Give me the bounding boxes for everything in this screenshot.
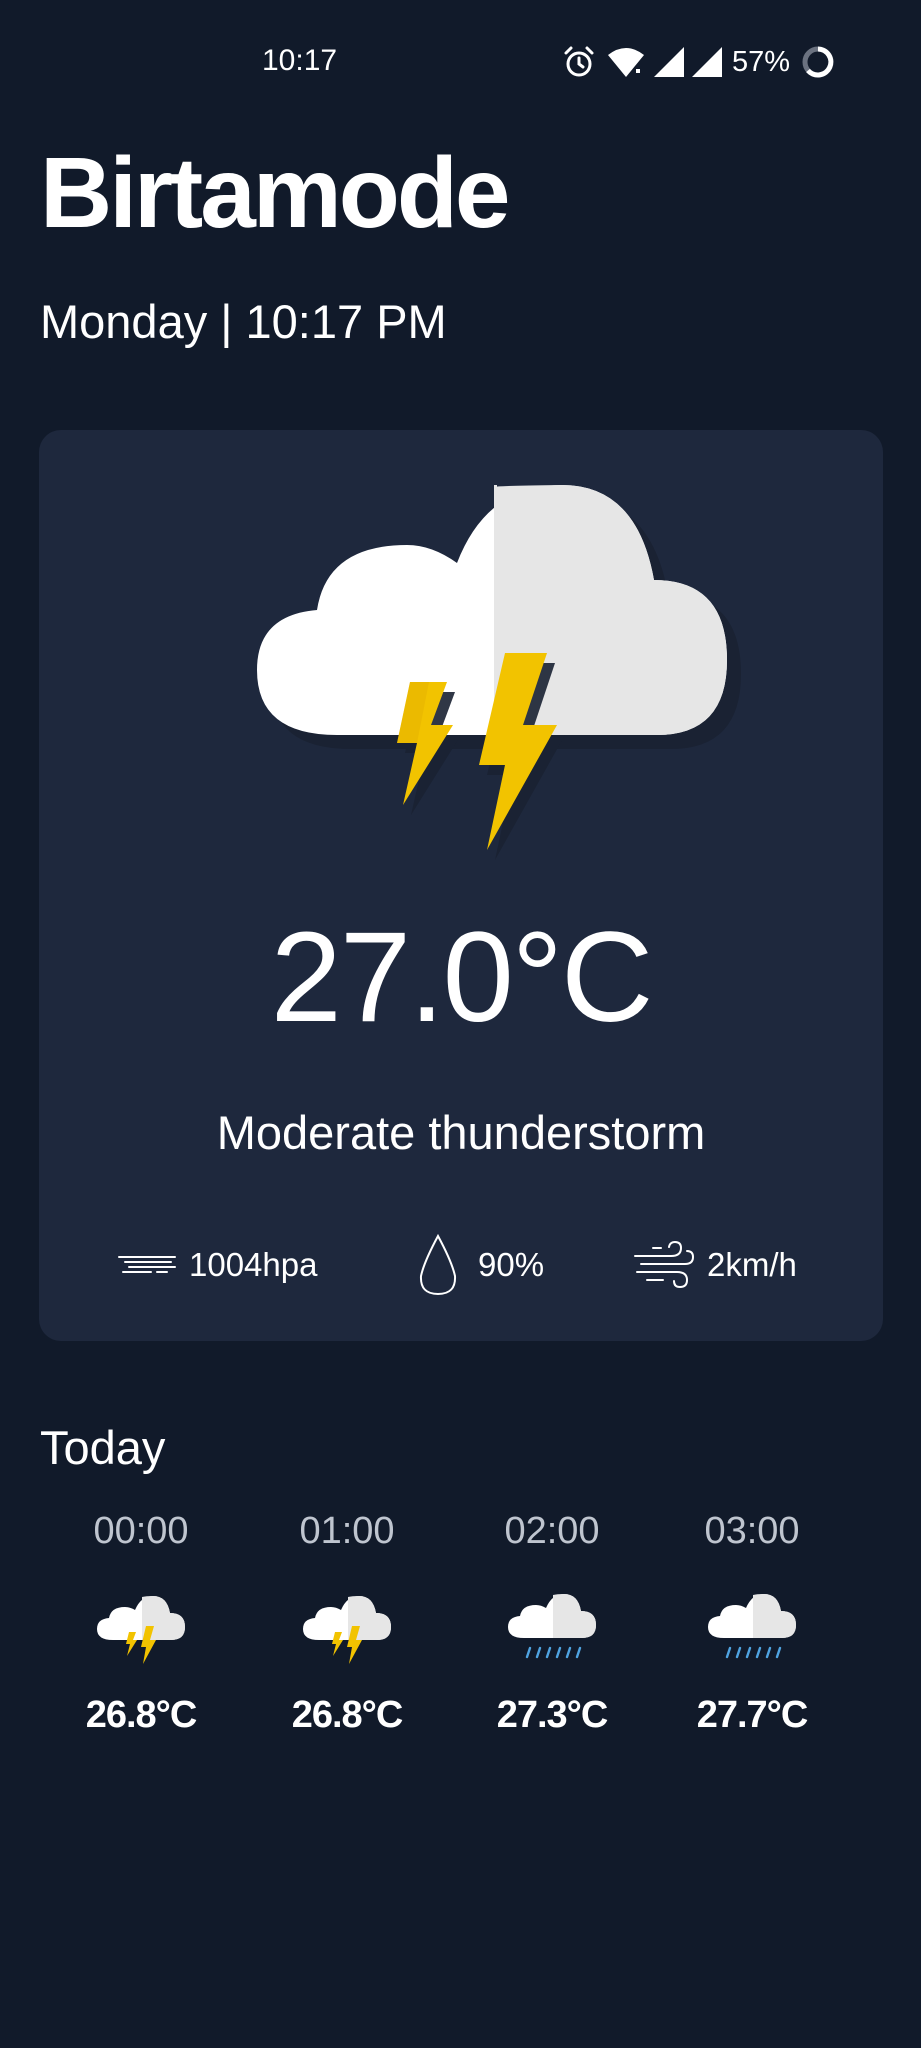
hour-temperature: 26.8°C [85, 1694, 198, 1736]
city-name: Birtamode [40, 137, 511, 249]
pressure-stat: 1004hpa [117, 1230, 317, 1300]
hour-time: 02:00 [504, 1510, 600, 1552]
status-icons: 57% [562, 40, 836, 84]
pressure-icon [118, 1256, 176, 1273]
humidity-value: 90% [478, 1246, 545, 1283]
humidity-stat: 90% [416, 1230, 544, 1300]
wifi-icon [608, 48, 644, 77]
thunderstorm-icon [257, 485, 741, 860]
hour-temperature: 26.8°C [291, 1694, 404, 1736]
current-condition: Moderate thunderstorm [216, 1106, 706, 1159]
wind-stat: 2km/h [633, 1230, 797, 1300]
hourly-forecast: 00:00 26.8°C 01:00 26.8°C 02:00 27.3°C 0… [0, 1508, 921, 1768]
hourly-item: 03:00 27.7°C [652, 1508, 852, 1738]
wind-icon [634, 1240, 695, 1289]
today-heading: Today [40, 1421, 166, 1474]
current-weather-card: 27.0°C Moderate thunderstorm 1004hpa 90% [39, 430, 883, 1341]
signal-icon [692, 47, 722, 77]
wind-value: 2km/h [707, 1246, 797, 1283]
weather-stats: 1004hpa 90% 2km/h [39, 1230, 883, 1300]
signal-icon [654, 47, 684, 77]
thunderstorm-icon [97, 1596, 185, 1664]
date-time: Monday | 10:17 PM [40, 295, 447, 348]
hour-temperature: 27.7°C [696, 1694, 809, 1736]
status-time: 10:17 [262, 44, 338, 77]
battery-percentage: 57% [732, 45, 791, 78]
rain-icon [508, 1594, 596, 1659]
hourly-item: 01:00 26.8°C [247, 1508, 447, 1738]
water-drop-icon [419, 1233, 457, 1296]
pressure-value: 1004hpa [189, 1246, 318, 1283]
hour-time: 00:00 [93, 1510, 189, 1552]
alarm-icon [564, 46, 594, 77]
hour-time: 03:00 [704, 1510, 800, 1552]
hour-temperature: 27.3°C [496, 1694, 609, 1736]
hourly-item: 00:00 26.8°C [41, 1508, 241, 1738]
battery-ring-icon [802, 46, 834, 78]
current-temperature: 27.0°C [270, 906, 654, 1049]
hour-time: 01:00 [299, 1510, 395, 1552]
hourly-item: 02:00 27.3°C [452, 1508, 652, 1738]
thunderstorm-icon [303, 1596, 391, 1664]
status-bar: 10:17 57% [0, 0, 921, 120]
rain-icon [708, 1594, 796, 1659]
